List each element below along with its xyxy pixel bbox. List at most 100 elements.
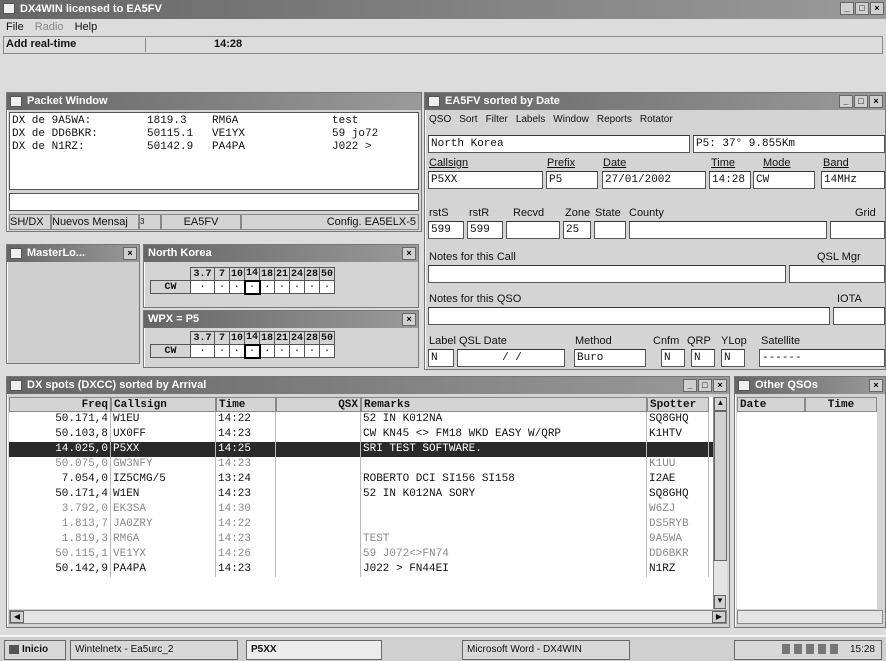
iota-input[interactable] [833, 307, 885, 325]
col-remarks[interactable]: Remarks [361, 397, 647, 412]
ylop-input[interactable]: N [721, 349, 745, 367]
spot-callsign: VE1YX [111, 547, 216, 562]
satellite-input[interactable]: ------ [759, 349, 885, 367]
spot-time: 14:23 [216, 532, 276, 547]
notes-qso-input[interactable] [428, 307, 830, 325]
close-icon[interactable]: × [870, 2, 884, 15]
status-new-messages[interactable]: Nuevos Mensaj [51, 214, 139, 230]
menu-sort[interactable]: Sort [459, 114, 477, 125]
close-icon[interactable]: × [402, 313, 416, 326]
scroll-right-icon[interactable]: ▶ [712, 611, 726, 623]
start-button[interactable]: Inicio [4, 640, 66, 660]
spot-qsx [276, 502, 361, 517]
scroll-down-icon[interactable]: ▼ [714, 595, 726, 609]
table-row[interactable]: 14.025,0 P5XX 14:25 SRI TEST SOFTWARE. [9, 442, 713, 457]
col-time[interactable]: Time [805, 397, 877, 412]
spot-callsign: EK3SA [111, 502, 216, 517]
table-row[interactable]: 50.171,4 W1EN 14:23 52 IN K012NA SORY SQ8GHQ [9, 487, 713, 502]
method-input[interactable]: Buro [574, 349, 646, 367]
maximize-icon[interactable]: □ [698, 379, 712, 392]
status-config[interactable]: Config. EA5ELX-5 [241, 214, 419, 230]
taskbar-item-word[interactable]: Microsoft Word - DX4WIN [462, 640, 630, 660]
qsl-date-input[interactable]: / / [457, 349, 565, 367]
packet-input[interactable] [9, 193, 419, 211]
other-hscrollbar[interactable] [737, 610, 883, 624]
menu-filter[interactable]: Filter [486, 114, 508, 125]
col-freq[interactable]: Freq [9, 397, 111, 412]
recvd-input[interactable] [506, 221, 560, 239]
grid-input[interactable] [830, 221, 885, 239]
date-input[interactable]: 27/01/2002 [602, 171, 706, 189]
spots-vscrollbar[interactable]: ▲ ▼ [713, 397, 727, 609]
menu-radio[interactable]: Radio [35, 21, 64, 33]
col-callsign[interactable]: Callsign [111, 397, 216, 412]
county-input[interactable] [629, 221, 827, 239]
band-input[interactable]: 14MHz [821, 171, 885, 189]
qrp-input[interactable]: N [691, 349, 715, 367]
qso-window-icon [428, 96, 440, 107]
other-qsos-window: Other QSOs × Date Time [734, 376, 886, 628]
table-row[interactable]: 50.171,4 W1EU 14:22 52 IN K012NA SQ8GHQ [9, 412, 713, 427]
add-realtime-button[interactable]: Add real-time [6, 38, 146, 52]
time-input[interactable]: 14:28 [709, 171, 751, 189]
table-row[interactable]: 50.115,1 VE1YX 14:26 59 J072<>FN74 DD6BKR [9, 547, 713, 562]
menu-reports[interactable]: Reports [597, 114, 632, 125]
col-time[interactable]: Time [216, 397, 276, 412]
table-row[interactable]: 50.103,8 UX0FF 14:23 CW KN45 <> FM18 WKD EA… [9, 427, 713, 442]
spot-time: 14:23 [216, 457, 276, 472]
close-icon[interactable]: × [402, 247, 416, 260]
spot-time: 14:30 [216, 502, 276, 517]
minimize-icon[interactable]: _ [683, 379, 697, 392]
app-title-bar: DX4WIN licensed to EA5FV _ □ × [0, 0, 886, 19]
menu-help[interactable]: Help [75, 21, 98, 33]
status-shdx[interactable]: SH/DX [9, 214, 51, 230]
table-row[interactable]: 1.813,7 JA0ZRY 14:22 DS5RYB [9, 517, 713, 532]
menu-file[interactable]: File [6, 21, 24, 33]
maximize-icon[interactable]: □ [855, 2, 869, 15]
col-spotter[interactable]: Spotter [647, 397, 709, 412]
minimize-icon[interactable]: _ [840, 2, 854, 15]
prefix-input[interactable]: P5 [546, 171, 598, 189]
maximize-icon[interactable]: □ [854, 95, 868, 108]
table-row[interactable]: 1.819,3 RM6A 14:23 TEST 9A5WA [9, 532, 713, 547]
taskbar-item-wintelnetx[interactable]: Wintelnetx - Ea5urc_2 [70, 640, 238, 660]
scroll-left-icon[interactable]: ◀ [10, 611, 24, 623]
spot-remarks [361, 457, 647, 472]
zone-input[interactable]: 25 [563, 221, 591, 239]
taskbar-item-p5xx[interactable]: P5XX [246, 640, 382, 660]
qsl-mgr-input[interactable] [789, 265, 885, 283]
menu-rotator[interactable]: Rotator [640, 114, 673, 125]
menu-qso[interactable]: QSO [429, 114, 451, 125]
table-row[interactable]: 50.142,9 PA4PA 14:23 J022 > FN44EI N1RZ [9, 562, 713, 577]
label-input[interactable]: N [428, 349, 454, 367]
scroll-up-icon[interactable]: ▲ [714, 397, 727, 411]
close-icon[interactable]: × [123, 247, 137, 260]
rsts-input[interactable]: 599 [428, 221, 464, 239]
close-icon[interactable]: × [713, 379, 727, 392]
mode-input[interactable]: CW [753, 171, 815, 189]
scroll-thumb[interactable] [714, 411, 727, 561]
qrp-label: QRP [687, 335, 711, 347]
menu-labels[interactable]: Labels [516, 114, 545, 125]
close-icon[interactable]: × [869, 379, 883, 392]
rstr-input[interactable]: 599 [467, 221, 503, 239]
country-field: North Korea [428, 135, 690, 153]
menu-window[interactable]: Window [553, 114, 589, 125]
minimize-icon[interactable]: _ [839, 95, 853, 108]
cnfm-input[interactable]: N [661, 349, 685, 367]
mode-label: Mode [763, 157, 791, 169]
notes-call-input[interactable] [428, 265, 786, 283]
close-icon[interactable]: × [869, 95, 883, 108]
callsign-input[interactable]: P5XX [428, 171, 543, 189]
spots-hscrollbar[interactable]: ◀ ▶ [9, 610, 727, 624]
table-row[interactable]: 3.792,0 EK3SA 14:30 W6ZJ [9, 502, 713, 517]
table-row[interactable]: 50.075,0 GW3NFY 14:23 K1UU [9, 457, 713, 472]
col-qsx[interactable]: QSX [276, 397, 361, 412]
other-qsos-icon [738, 380, 750, 391]
col-date[interactable]: Date [737, 397, 805, 412]
table-row[interactable]: 7.054,0 IZ5CMG/5 13:24 ROBERTO DCI SI156 SI… [9, 472, 713, 487]
spot-callsign: W1EN [111, 487, 216, 502]
state-input[interactable] [594, 221, 626, 239]
packet-log: DX de 9A5WA: 1819.3 RM6A test DX de DD6BKR:… [9, 112, 419, 190]
spot-time: 14:22 [216, 412, 276, 427]
